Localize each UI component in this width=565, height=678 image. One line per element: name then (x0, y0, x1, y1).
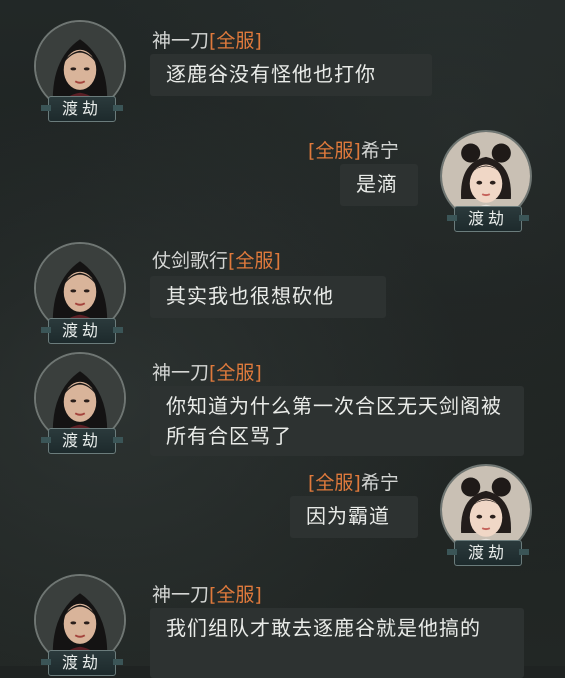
message-bubble[interactable]: 逐鹿谷没有怪他也打你 (150, 54, 432, 96)
player-avatar[interactable]: 渡劫 (30, 350, 130, 454)
sender-name[interactable]: 仗剑歌行[全服] (152, 246, 281, 273)
sender-name-text: 神一刀 (152, 30, 210, 52)
sender-name-text: 希宁 (360, 140, 399, 162)
avatar-nameplate: 渡劫 (41, 428, 123, 454)
message-bubble[interactable]: 其实我也很想砍他 (150, 276, 386, 318)
message-bubble[interactable]: 我们组队才敢去逐鹿谷就是他搞的 (150, 608, 524, 678)
message-bubble[interactable]: 是滴 (340, 164, 418, 206)
avatar-nameplate: 渡劫 (41, 96, 123, 122)
avatar-nameplate: 渡劫 (41, 318, 123, 344)
channel-tag: [全服] (308, 472, 361, 494)
sender-name-text: 神一刀 (152, 362, 210, 384)
player-avatar[interactable]: 渡劫 (30, 18, 130, 122)
channel-tag: [全服] (308, 140, 361, 162)
player-avatar[interactable]: 渡劫 (30, 572, 130, 676)
sender-name-text: 神一刀 (152, 584, 210, 606)
channel-tag: [全服] (209, 584, 262, 606)
avatar-nameplate: 渡劫 (447, 540, 529, 566)
sender-name[interactable]: 神一刀[全服] (152, 358, 262, 385)
sender-name-text: 希宁 (360, 472, 399, 494)
sender-name[interactable]: [全服]希宁 (308, 468, 399, 495)
avatar-nameplate: 渡劫 (41, 650, 123, 676)
message-bubble[interactable]: 你知道为什么第一次合区无天剑阁被所有合区骂了 (150, 386, 524, 456)
sender-name[interactable]: [全服]希宁 (308, 136, 399, 163)
channel-tag: [全服] (209, 362, 262, 384)
sender-name[interactable]: 神一刀[全服] (152, 580, 262, 607)
player-avatar[interactable]: 渡劫 (436, 128, 536, 232)
channel-tag: [全服] (209, 30, 262, 52)
message-bubble[interactable]: 因为霸道 (290, 496, 418, 538)
sender-name-text: 仗剑歌行 (152, 250, 229, 272)
avatar-nameplate: 渡劫 (447, 206, 529, 232)
channel-tag: [全服] (228, 250, 281, 272)
sender-name[interactable]: 神一刀[全服] (152, 26, 262, 53)
player-avatar[interactable]: 渡劫 (30, 240, 130, 344)
player-avatar[interactable]: 渡劫 (436, 462, 536, 566)
